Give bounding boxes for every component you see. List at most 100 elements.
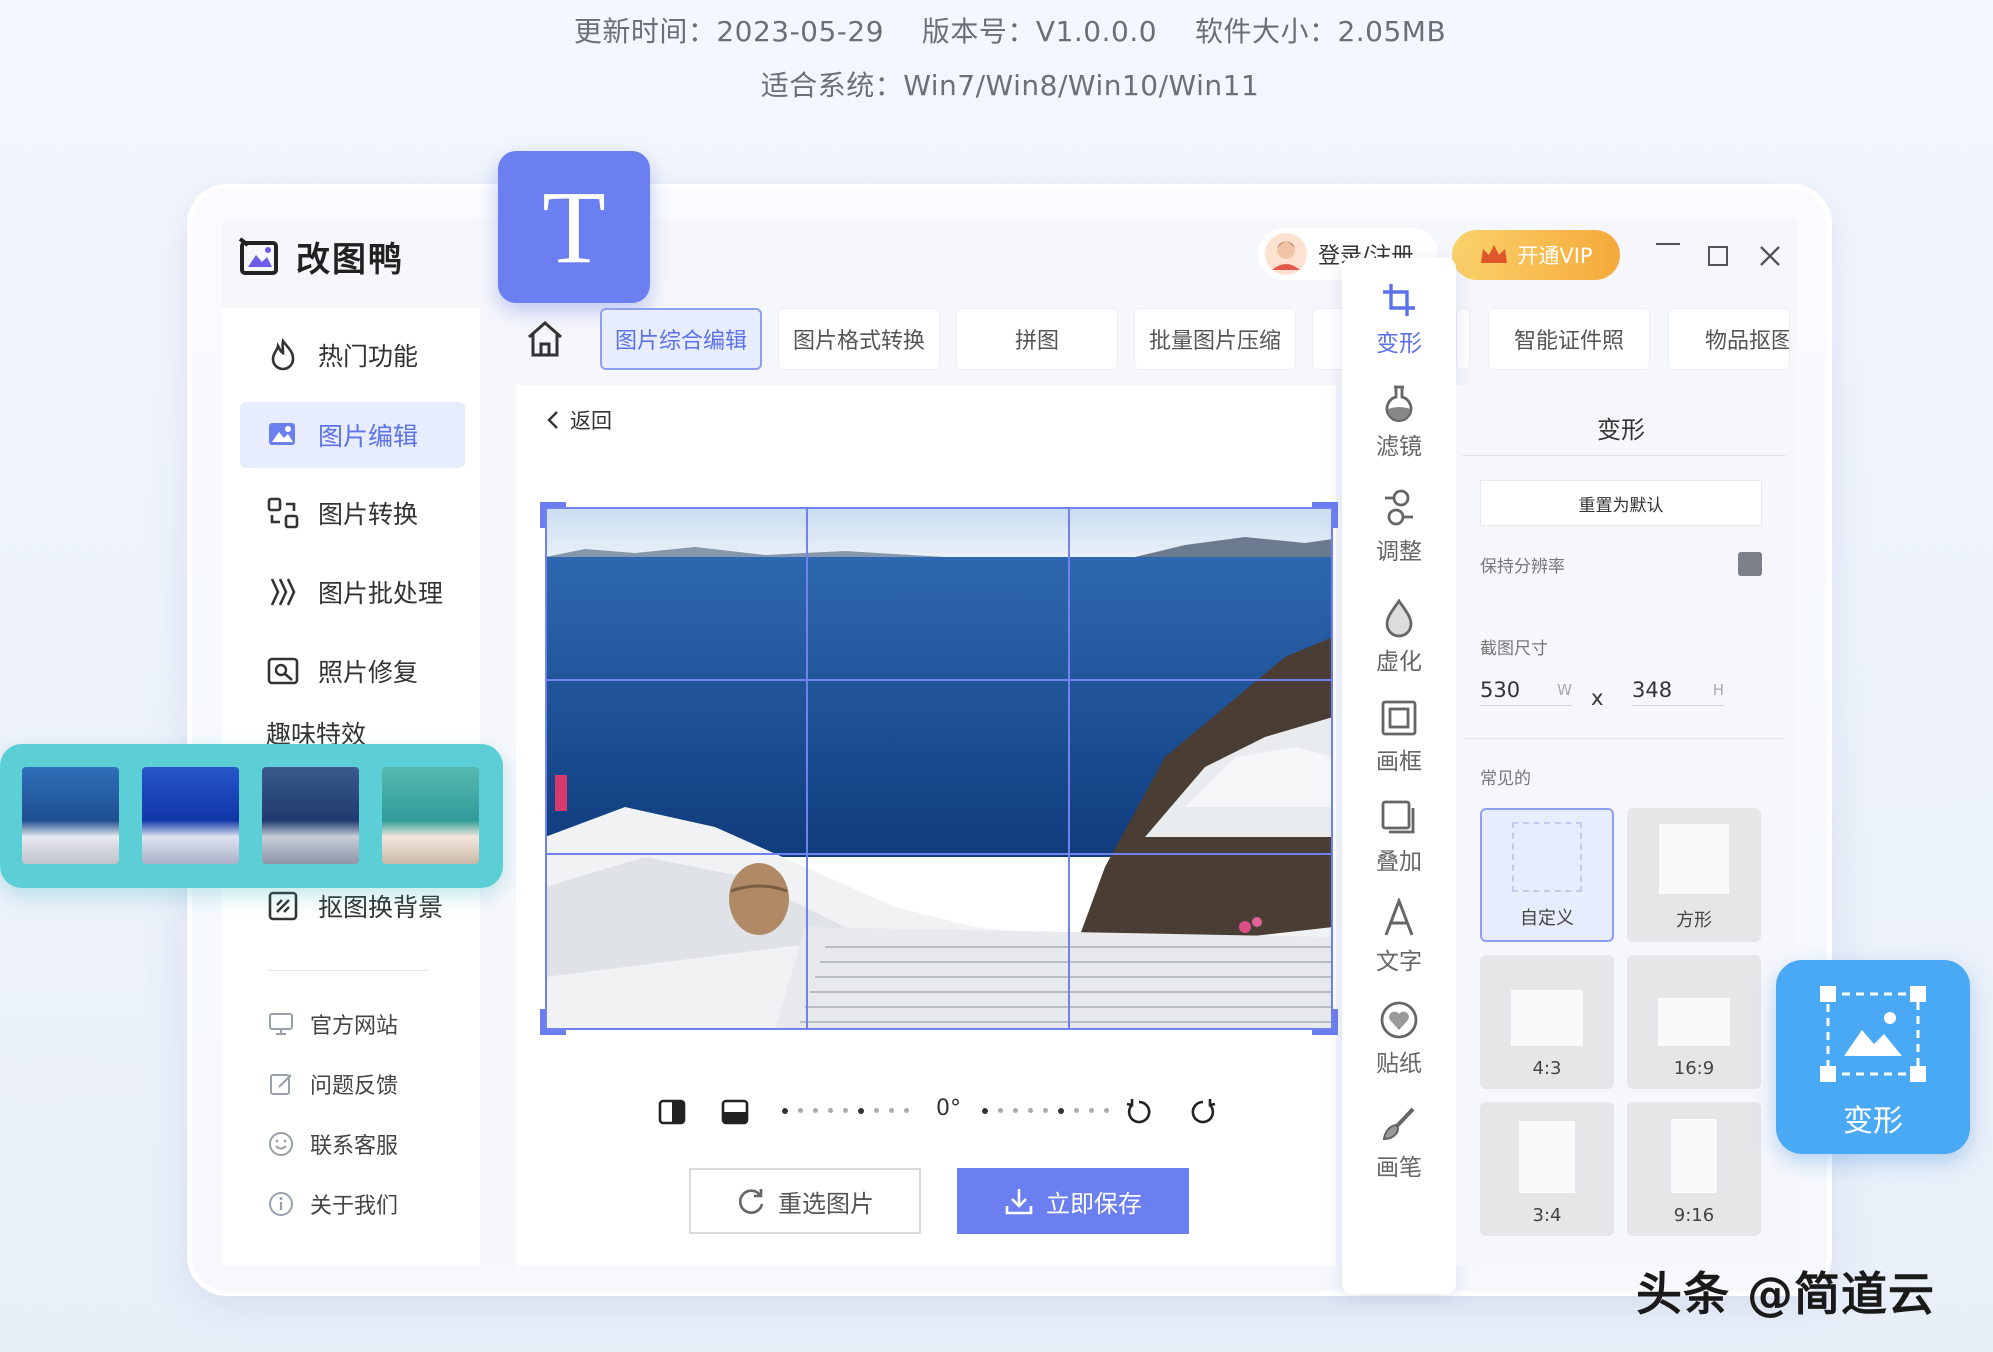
sidebar-item-label: 图片编辑 [318,422,419,451]
refresh-icon [738,1189,764,1214]
brush-icon [1382,1107,1415,1141]
tool-blur[interactable]: 虚化 [1342,598,1456,676]
save-label: 立即保存 [1046,1189,1142,1218]
letter-a-icon [1384,898,1414,936]
preset-square[interactable]: 方形 [1627,808,1761,942]
preset-custom[interactable]: 自定义 [1480,808,1614,942]
reselect-button[interactable]: 重选图片 [689,1168,921,1234]
preset-shape [1519,1121,1575,1193]
vip-button[interactable]: 开通VIP [1452,230,1620,280]
vip-label: 开通VIP [1517,244,1593,268]
sidebar-item-convert[interactable]: 图片转换 [240,480,465,546]
smile-icon [269,1132,293,1156]
filter-thumb-dark[interactable] [262,767,359,864]
sidebar-item-label: 图片转换 [318,500,419,529]
tool-overlay[interactable]: 叠加 [1342,798,1456,876]
preset-shape [1512,822,1582,892]
system-info: 适合系统：Win7/Win8/Win10/Win11 [760,69,1260,102]
avatar-icon [1265,233,1307,275]
preset-label: 9:16 [1673,1205,1715,1226]
rotate-left-icon[interactable] [1124,1097,1154,1127]
width-input[interactable]: 530 W [1480,674,1572,706]
footer-website[interactable]: 官方网站 [268,1008,398,1040]
sidebar-item-batch[interactable]: 图片批处理 [240,559,465,625]
info-icon [269,1192,293,1216]
crop-icon [1383,284,1415,316]
tab-hidden-edge[interactable] [1456,308,1470,370]
tool-label: 变形 [1376,331,1422,357]
close-icon[interactable] [1758,244,1782,268]
footer-label: 关于我们 [310,1194,399,1219]
tab-id-photo[interactable]: 智能证件照 [1488,308,1650,370]
back-button[interactable]: 返回 [546,405,612,435]
crop-handle[interactable] [540,502,566,528]
convert-icon [267,497,299,529]
save-button[interactable]: 立即保存 [957,1168,1189,1234]
tab-collage[interactable]: 拼图 [956,308,1118,370]
tool-transform[interactable]: 变形 [1342,280,1456,358]
heart-sticker-icon [1380,1001,1418,1039]
crown-icon [1481,245,1508,263]
filter-thumb-vivid[interactable] [142,767,239,864]
tool-adjust[interactable]: 调整 [1342,488,1456,566]
rotation-slider-left[interactable] [782,1108,909,1114]
flip-vertical-icon[interactable] [721,1098,749,1126]
transform-badge: 变形 [1776,960,1970,1154]
tab-object-cutout[interactable]: 物品抠图 [1668,308,1790,370]
footer-feedback[interactable]: 问题反馈 [268,1068,398,1100]
keep-resolution-checkbox[interactable] [1738,552,1762,576]
sidebar-item-label: 热门功能 [318,342,419,371]
preset-9-16[interactable]: 9:16 [1627,1102,1761,1236]
tool-label: 叠加 [1376,849,1422,875]
reset-default-button[interactable]: 重置为默认 [1480,480,1762,526]
tab-format-convert[interactable]: 图片格式转换 [778,308,940,370]
flip-horizontal-icon[interactable] [658,1098,686,1126]
crop-handle[interactable] [540,1009,566,1035]
crop-box[interactable] [545,507,1333,1030]
sidebar-item-edit[interactable]: 图片编辑 [240,402,465,468]
rotation-slider-right[interactable] [982,1108,1109,1114]
tool-label: 贴纸 [1376,1051,1422,1077]
tool-sticker[interactable]: 贴纸 [1342,1000,1456,1078]
tool-brush[interactable]: 画笔 [1342,1104,1456,1182]
panel-divider [1462,455,1786,456]
preset-4-3[interactable]: 4:3 [1480,955,1614,1089]
tool-label: 调整 [1376,539,1422,565]
minimize-icon[interactable] [1656,243,1680,245]
tool-text[interactable]: 文字 [1342,898,1456,976]
tool-frame[interactable]: 画框 [1342,698,1456,776]
height-input[interactable]: 348 H [1632,674,1724,706]
tab-comprehensive-edit[interactable]: 图片综合编辑 [600,308,762,370]
preset-label: 4:3 [1532,1058,1562,1079]
footer-support[interactable]: 联系客服 [268,1128,398,1160]
tool-label: 画笔 [1376,1155,1422,1181]
download-icon [1005,1189,1033,1215]
footer-label: 问题反馈 [310,1074,399,1099]
crop-size-label: 截图尺寸 [1480,639,1548,659]
crop-handle[interactable] [1312,502,1338,528]
drop-icon [1385,598,1413,638]
batch-icon [270,578,296,606]
home-icon[interactable] [524,318,566,360]
sidebar-item-hot[interactable]: 热门功能 [240,322,465,388]
rotate-right-icon[interactable] [1188,1097,1218,1127]
photo-repair-icon [267,657,299,685]
filter-thumb-original[interactable] [22,767,119,864]
preset-3-4[interactable]: 3:4 [1480,1102,1614,1236]
filter-thumb-warm[interactable] [382,767,479,864]
tool-label: 滤镜 [1376,434,1422,460]
footer-about[interactable]: 关于我们 [268,1188,398,1220]
panel-divider [1462,738,1786,739]
image-edit-icon [269,423,295,445]
footer-label: 官方网站 [310,1014,399,1039]
sidebar-item-repair[interactable]: 照片修复 [240,638,465,704]
release-info: 更新时间：2023-05-29 版本号：V1.0.0.0 软件大小：2.05MB [573,15,1447,48]
preset-16-9[interactable]: 16:9 [1627,955,1761,1089]
preset-label: 方形 [1676,910,1712,931]
tab-batch-compress[interactable]: 批量图片压缩 [1134,308,1296,370]
cutout-icon [268,891,298,921]
tool-filter[interactable]: 滤镜 [1342,383,1456,461]
maximize-icon[interactable] [1708,246,1728,266]
crop-handle[interactable] [1312,1009,1338,1035]
keep-resolution-label: 保持分辨率 [1480,557,1565,577]
